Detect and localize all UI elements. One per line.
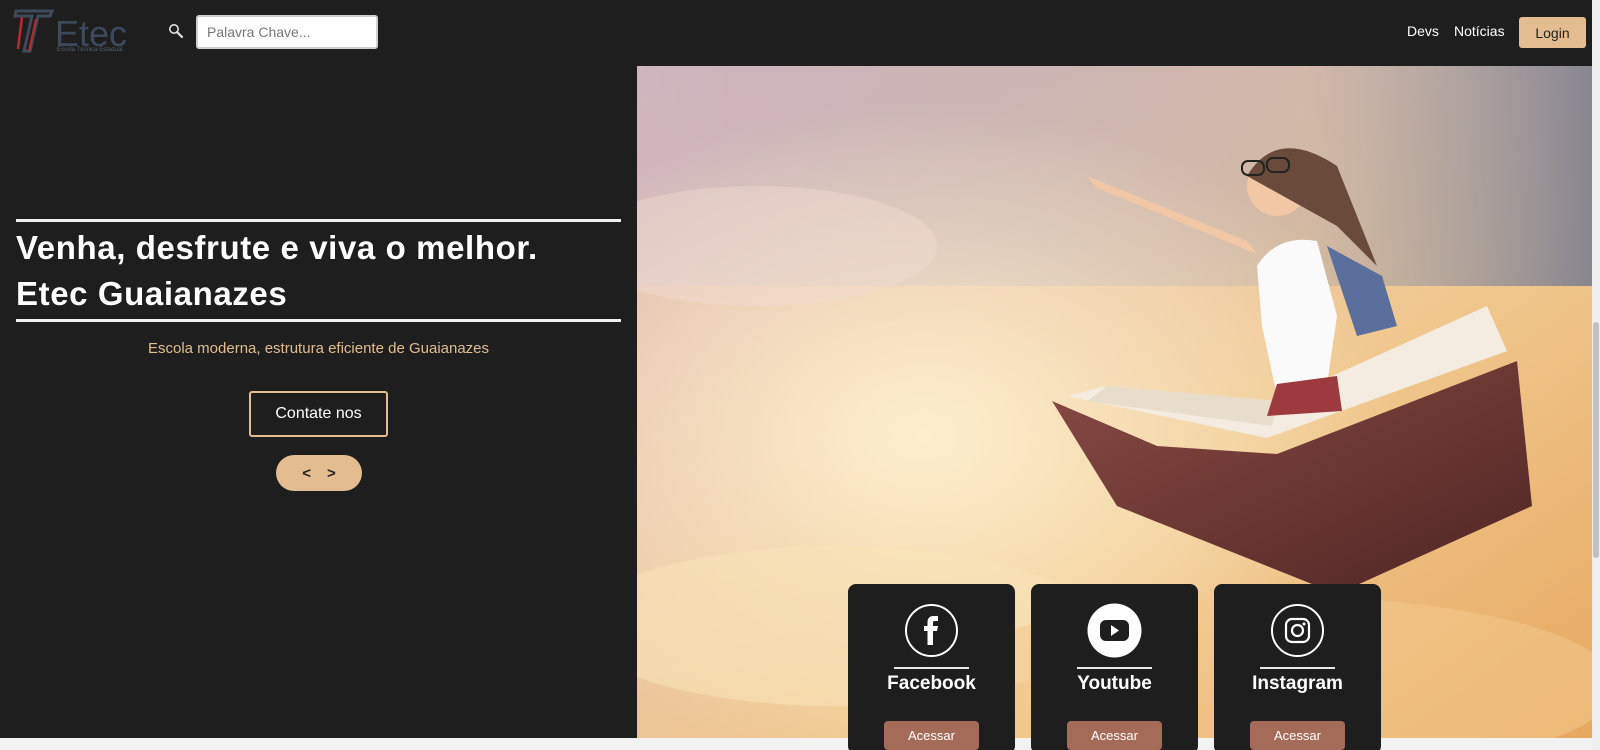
youtube-access-button[interactable]: Acessar bbox=[1067, 721, 1162, 750]
youtube-card-title: Youtube bbox=[1077, 673, 1152, 694]
instagram-card: Instagram Acessar bbox=[1214, 584, 1381, 750]
login-button[interactable]: Login bbox=[1519, 17, 1586, 48]
hero-headline-line1: Venha, desfrute e viva o melhor. bbox=[16, 229, 538, 266]
youtube-icon[interactable] bbox=[1087, 603, 1142, 658]
logo-subtext: Escola Técnica Estadual bbox=[57, 47, 123, 53]
instagram-card-title: Instagram bbox=[1252, 673, 1343, 694]
slider-next-button[interactable]: > bbox=[327, 465, 336, 482]
facebook-card: Facebook Acessar bbox=[848, 584, 1015, 750]
page: Etec Escola Técnica Estadual Devs Notíci… bbox=[0, 0, 1600, 750]
slider-arrows: < > bbox=[276, 455, 362, 491]
etec-logo[interactable]: Etec Escola Técnica Estadual bbox=[12, 7, 130, 55]
search-input[interactable] bbox=[196, 15, 378, 49]
headline-bottom-rule bbox=[16, 319, 621, 322]
search-icon[interactable] bbox=[168, 23, 184, 39]
slider-prev-button[interactable]: < bbox=[302, 465, 311, 482]
instagram-icon[interactable] bbox=[1270, 603, 1325, 658]
page-scrollbar[interactable] bbox=[1592, 0, 1600, 750]
youtube-card: Youtube Acessar bbox=[1031, 584, 1198, 750]
facebook-icon[interactable] bbox=[904, 603, 959, 658]
nav-link-devs[interactable]: Devs bbox=[1407, 23, 1439, 39]
top-navbar: Etec Escola Técnica Estadual Devs Notíci… bbox=[0, 0, 1592, 66]
scrollbar-thumb[interactable] bbox=[1593, 322, 1599, 558]
facebook-access-button[interactable]: Acessar bbox=[884, 721, 979, 750]
hero-subtitle: Escola moderna, estrutura eficiente de G… bbox=[147, 340, 490, 357]
headline-top-rule bbox=[16, 219, 621, 222]
card-divider bbox=[894, 667, 969, 669]
nav-link-noticias[interactable]: Notícias bbox=[1454, 23, 1505, 39]
hero-headline-line2: Etec Guaianazes bbox=[16, 275, 288, 312]
instagram-access-button[interactable]: Acessar bbox=[1250, 721, 1345, 750]
facebook-card-title: Facebook bbox=[887, 673, 976, 694]
hero-text-panel: Venha, desfrute e viva o melhor. Etec Gu… bbox=[0, 66, 637, 738]
contact-button[interactable]: Contate nos bbox=[249, 391, 388, 437]
hero-headline: Venha, desfrute e viva o melhor. Etec Gu… bbox=[16, 225, 631, 317]
card-divider bbox=[1260, 667, 1335, 669]
card-divider bbox=[1077, 667, 1152, 669]
